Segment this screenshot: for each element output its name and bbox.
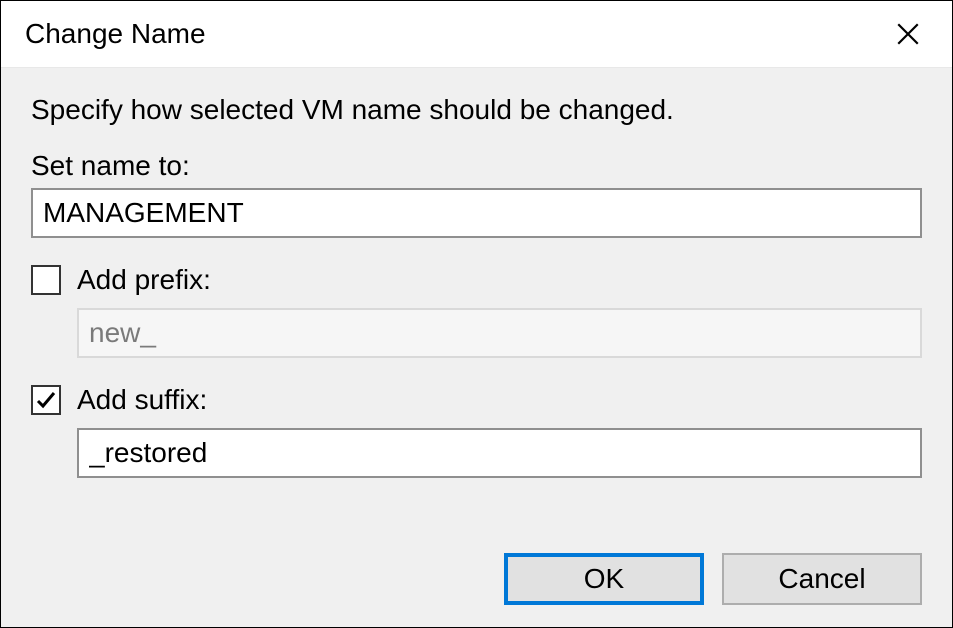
add-prefix-checkbox[interactable] [31,265,61,295]
check-icon [34,388,58,412]
set-name-label: Set name to: [31,150,922,182]
window-title: Change Name [25,18,206,50]
add-prefix-label: Add prefix: [77,264,211,296]
dialog-body: Specify how selected VM name should be c… [1,67,952,627]
button-row: OK Cancel [31,533,922,605]
set-name-input[interactable] [31,188,922,238]
prefix-input [77,308,922,358]
add-suffix-row: Add suffix: [31,384,922,416]
ok-button[interactable]: OK [504,553,704,605]
close-button[interactable] [888,14,928,54]
change-name-dialog: Change Name Specify how selected VM name… [0,0,953,628]
titlebar: Change Name [1,1,952,67]
add-suffix-label: Add suffix: [77,384,207,416]
cancel-button[interactable]: Cancel [722,553,922,605]
suffix-input[interactable] [77,428,922,478]
instruction-text: Specify how selected VM name should be c… [31,94,922,126]
add-prefix-row: Add prefix: [31,264,922,296]
add-suffix-checkbox[interactable] [31,385,61,415]
close-icon [895,21,921,47]
